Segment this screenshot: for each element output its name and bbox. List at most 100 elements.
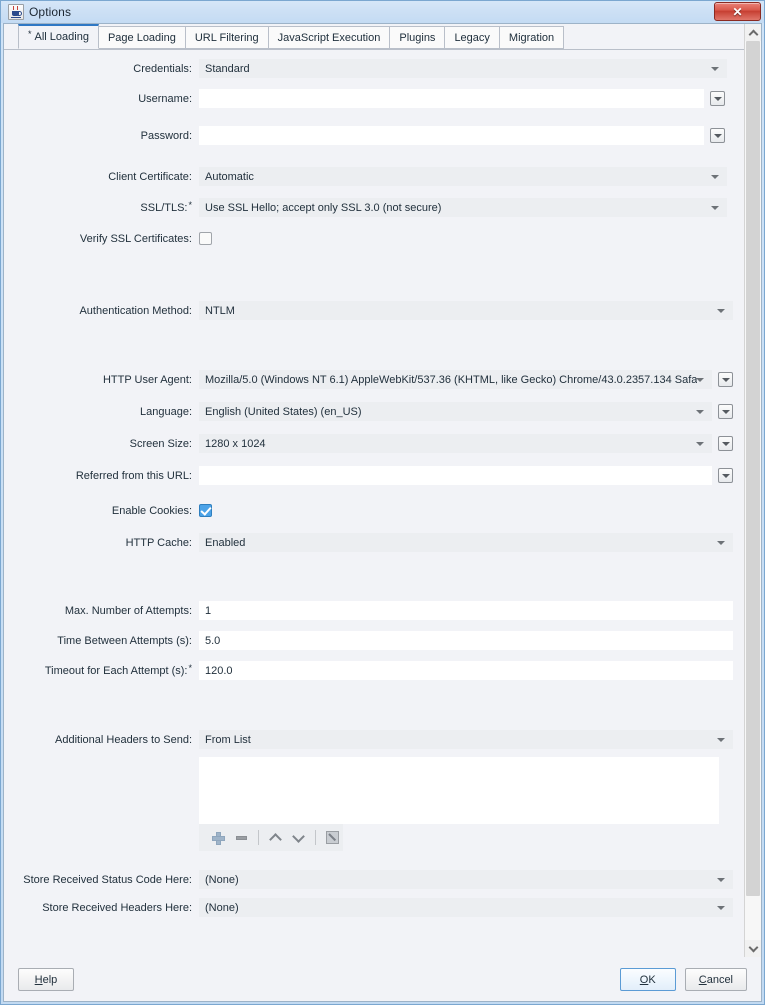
header-edit-button[interactable] bbox=[322, 827, 343, 849]
chevron-down-icon bbox=[722, 474, 730, 478]
tab-url-filtering[interactable]: URL Filtering bbox=[185, 26, 269, 49]
referrer-label: Referred from this URL: bbox=[4, 470, 199, 482]
help-button[interactable]: Help bbox=[18, 968, 74, 991]
row-screen-size: Screen Size: 1280 x 1024 bbox=[4, 433, 744, 454]
user-agent-dropdown-button[interactable] bbox=[718, 372, 733, 387]
tab-label: Plugins bbox=[399, 32, 435, 44]
chevron-down-icon bbox=[722, 410, 730, 414]
headers-list[interactable] bbox=[199, 757, 719, 824]
verify-ssl-checkbox[interactable] bbox=[199, 232, 212, 245]
store-headers-select[interactable]: (None) bbox=[199, 898, 733, 917]
row-language: Language: English (United States) (en_US… bbox=[4, 401, 744, 422]
auth-method-select[interactable]: NTLM bbox=[199, 301, 733, 320]
ok-button-rest: K bbox=[648, 974, 655, 986]
password-label: Password: bbox=[4, 130, 199, 142]
http-cache-select[interactable]: Enabled bbox=[199, 533, 733, 552]
scrollbar-track[interactable] bbox=[745, 41, 761, 940]
tab-all-loading[interactable]: * All Loading bbox=[18, 24, 99, 49]
tab-legacy[interactable]: Legacy bbox=[444, 26, 499, 49]
chevron-up-icon bbox=[269, 833, 282, 846]
row-store-headers: Store Received Headers Here: (None) bbox=[4, 897, 744, 918]
close-button[interactable]: ✕ bbox=[714, 2, 761, 21]
plus-icon bbox=[212, 832, 223, 843]
ssl-tls-value: Use SSL Hello; accept only SSL 3.0 (not … bbox=[205, 202, 441, 214]
modified-marker-icon: * bbox=[28, 29, 32, 39]
language-dropdown-button[interactable] bbox=[718, 404, 733, 419]
ssl-tls-label: SSL/TLS:* bbox=[4, 202, 199, 214]
chevron-down-icon bbox=[711, 206, 719, 210]
row-http-cache: HTTP Cache: Enabled bbox=[4, 532, 744, 553]
username-dropdown-button[interactable] bbox=[710, 91, 725, 106]
max-attempts-label: Max. Number of Attempts: bbox=[4, 605, 199, 617]
cancel-button[interactable]: Cancel bbox=[685, 968, 747, 991]
http-cache-value: Enabled bbox=[205, 537, 245, 549]
scroll-up-button[interactable] bbox=[745, 24, 761, 41]
chevron-down-icon bbox=[717, 906, 725, 910]
required-marker-icon: * bbox=[188, 663, 192, 673]
header-remove-button[interactable] bbox=[231, 827, 252, 849]
client-certificate-label: Client Certificate: bbox=[4, 171, 199, 183]
timeout-input[interactable]: 120.0 bbox=[199, 661, 733, 680]
store-status-code-select[interactable]: (None) bbox=[199, 870, 733, 889]
title-bar: Options ✕ bbox=[1, 1, 764, 23]
headers-toolbar bbox=[199, 824, 343, 851]
http-cache-label: HTTP Cache: bbox=[4, 537, 199, 549]
tab-migration[interactable]: Migration bbox=[499, 26, 564, 49]
max-attempts-value: 1 bbox=[205, 605, 211, 617]
credentials-select[interactable]: Standard bbox=[199, 59, 727, 78]
header-move-up-button[interactable] bbox=[265, 827, 286, 849]
tab-label: Legacy bbox=[454, 32, 489, 44]
store-headers-value: (None) bbox=[205, 902, 239, 914]
chevron-down-icon bbox=[293, 830, 306, 843]
ok-button[interactable]: OK bbox=[620, 968, 676, 991]
scroll-down-button[interactable] bbox=[745, 940, 761, 957]
chevron-down-icon bbox=[714, 134, 722, 138]
time-between-attempts-input[interactable]: 5.0 bbox=[199, 631, 733, 650]
password-input[interactable] bbox=[199, 126, 704, 145]
enable-cookies-checkbox[interactable] bbox=[199, 504, 212, 517]
ssl-tls-select[interactable]: Use SSL Hello; accept only SSL 3.0 (not … bbox=[199, 198, 727, 217]
screen-size-select[interactable]: 1280 x 1024 bbox=[199, 434, 712, 453]
credentials-label: Credentials: bbox=[4, 63, 199, 75]
screen-size-dropdown-button[interactable] bbox=[718, 436, 733, 451]
options-form: Credentials: Standard Username: bbox=[4, 50, 744, 957]
header-add-button[interactable] bbox=[207, 827, 228, 849]
toolbar-separator bbox=[315, 830, 316, 845]
language-value: English (United States) (en_US) bbox=[205, 406, 362, 418]
tab-label: All Loading bbox=[35, 31, 89, 43]
scrollbar-thumb[interactable] bbox=[746, 41, 760, 896]
close-icon: ✕ bbox=[732, 5, 742, 19]
vertical-scrollbar[interactable] bbox=[744, 24, 761, 957]
tab-label: Page Loading bbox=[108, 32, 176, 44]
required-marker-icon: * bbox=[188, 200, 192, 210]
toolbar-separator bbox=[258, 830, 259, 845]
username-input[interactable] bbox=[199, 89, 704, 108]
chevron-down-icon bbox=[722, 442, 730, 446]
user-agent-select[interactable]: Mozilla/5.0 (Windows NT 6.1) AppleWebKit… bbox=[199, 370, 712, 389]
tab-page-loading[interactable]: Page Loading bbox=[98, 26, 186, 49]
timeout-label: Timeout for Each Attempt (s):* bbox=[4, 665, 199, 677]
referrer-input[interactable] bbox=[199, 466, 712, 485]
chevron-down-icon bbox=[717, 309, 725, 313]
timeout-label-text: Timeout for Each Attempt (s): bbox=[45, 665, 188, 677]
time-between-attempts-value: 5.0 bbox=[205, 635, 220, 647]
enable-cookies-label: Enable Cookies: bbox=[4, 505, 199, 517]
language-select[interactable]: English (United States) (en_US) bbox=[199, 402, 712, 421]
user-agent-value: Mozilla/5.0 (Windows NT 6.1) AppleWebKit… bbox=[205, 374, 697, 386]
additional-headers-value: From List bbox=[205, 734, 251, 746]
referrer-dropdown-button[interactable] bbox=[718, 468, 733, 483]
ssl-tls-label-text: SSL/TLS: bbox=[140, 202, 187, 214]
row-client-certificate: Client Certificate: Automatic bbox=[4, 166, 744, 187]
tab-bar: * All Loading Page Loading URL Filtering… bbox=[4, 24, 744, 50]
help-button-rest: elp bbox=[43, 974, 58, 986]
additional-headers-select[interactable]: From List bbox=[199, 730, 733, 749]
max-attempts-input[interactable]: 1 bbox=[199, 601, 733, 620]
tab-label: URL Filtering bbox=[195, 32, 259, 44]
header-move-down-button[interactable] bbox=[288, 827, 309, 849]
tab-plugins[interactable]: Plugins bbox=[389, 26, 445, 49]
row-store-status-code: Store Received Status Code Here: (None) bbox=[4, 869, 744, 890]
password-dropdown-button[interactable] bbox=[710, 128, 725, 143]
client-certificate-select[interactable]: Automatic bbox=[199, 167, 727, 186]
timeout-value: 120.0 bbox=[205, 665, 233, 677]
tab-javascript-execution[interactable]: JavaScript Execution bbox=[268, 26, 391, 49]
